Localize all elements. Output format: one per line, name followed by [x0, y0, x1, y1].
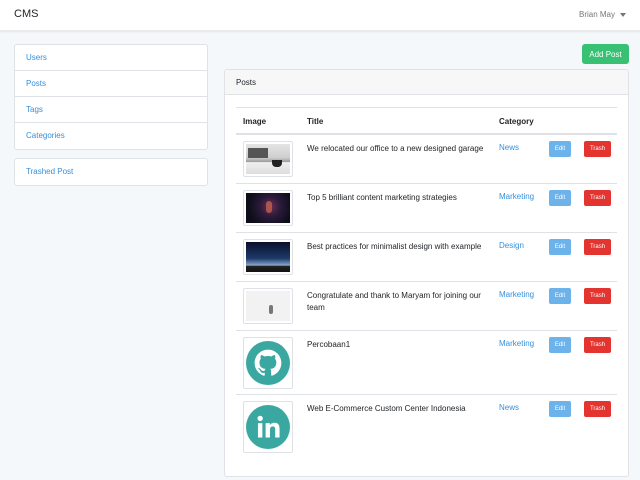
column-header-title: Title — [307, 117, 324, 126]
table-row: Web E-Commerce Custom Center Indonesia N… — [236, 395, 617, 459]
edit-button[interactable]: Edit — [549, 141, 571, 157]
post-category-link[interactable]: Marketing — [499, 290, 534, 299]
column-header-category: Category — [499, 117, 534, 126]
post-title: Web E-Commerce Custom Center Indonesia — [307, 404, 466, 413]
sidebar-item-posts[interactable]: Posts — [15, 71, 207, 97]
table-row: Congratulate and thank to Maryam for joi… — [236, 282, 617, 331]
post-title: Best practices for minimalist design wit… — [307, 242, 482, 251]
posts-card: Posts Image Title Category We relocated … — [224, 69, 629, 477]
sidebar-item-users[interactable]: Users — [15, 45, 207, 71]
card-header: Posts — [225, 70, 628, 95]
sidebar-nav: Users Posts Tags Categories — [14, 44, 208, 150]
add-post-button[interactable]: Add Post — [582, 44, 629, 64]
github-logo-icon — [246, 340, 290, 386]
sidebar-item-trashed-post[interactable]: Trashed Post — [15, 159, 207, 185]
brand-logo[interactable]: CMS — [14, 8, 38, 20]
trash-button[interactable]: Trash — [584, 239, 611, 255]
trash-button[interactable]: Trash — [584, 141, 611, 157]
office-photo-image — [246, 144, 290, 174]
post-title: Top 5 brilliant content marketing strate… — [307, 193, 457, 202]
user-menu-toggle[interactable]: Brian May — [579, 10, 626, 19]
sidebar-item-tags[interactable]: Tags — [15, 97, 207, 123]
chevron-down-icon — [620, 12, 626, 17]
table-header: Image Title Category — [236, 108, 617, 135]
city-photo-image — [246, 242, 290, 272]
trash-button[interactable]: Trash — [584, 401, 611, 417]
table-row: We relocated our office to a new designe… — [236, 135, 617, 184]
post-thumbnail — [243, 190, 293, 226]
post-thumbnail — [243, 141, 293, 177]
trash-button[interactable]: Trash — [584, 337, 611, 353]
post-title: We relocated our office to a new designe… — [307, 144, 484, 153]
trash-button[interactable]: Trash — [584, 288, 611, 304]
post-category-link[interactable]: Marketing — [499, 192, 534, 201]
sidebar-trash-group: Trashed Post — [14, 158, 208, 186]
table-row: Percobaan1 Marketing Edit Trash — [236, 331, 617, 395]
post-thumbnail — [243, 337, 293, 389]
minimal-photo-image — [246, 291, 290, 321]
posts-table: Image Title Category We relocated our of… — [236, 107, 617, 459]
linkedin-logo-icon — [246, 404, 290, 450]
column-header-image: Image — [243, 117, 267, 126]
trash-button[interactable]: Trash — [584, 190, 611, 206]
post-title: Percobaan1 — [307, 340, 351, 349]
post-thumbnail — [243, 401, 293, 453]
post-thumbnail — [243, 288, 293, 324]
post-thumbnail — [243, 239, 293, 275]
post-category-link[interactable]: Design — [499, 241, 524, 250]
post-category-link[interactable]: Marketing — [499, 339, 534, 348]
post-title: Congratulate and thank to Maryam for joi… — [307, 291, 481, 312]
edit-button[interactable]: Edit — [549, 239, 571, 255]
post-category-link[interactable]: News — [499, 403, 519, 412]
edit-button[interactable]: Edit — [549, 401, 571, 417]
edit-button[interactable]: Edit — [549, 288, 571, 304]
post-category-link[interactable]: News — [499, 143, 519, 152]
top-navbar: CMS Brian May — [0, 0, 640, 31]
table-row: Top 5 brilliant content marketing strate… — [236, 184, 617, 233]
edit-button[interactable]: Edit — [549, 337, 571, 353]
user-name: Brian May — [578, 10, 615, 19]
edit-button[interactable]: Edit — [549, 190, 571, 206]
sidebar-item-categories[interactable]: Categories — [15, 123, 207, 149]
night-photo-image — [246, 193, 290, 223]
table-row: Best practices for minimalist design wit… — [236, 233, 617, 282]
